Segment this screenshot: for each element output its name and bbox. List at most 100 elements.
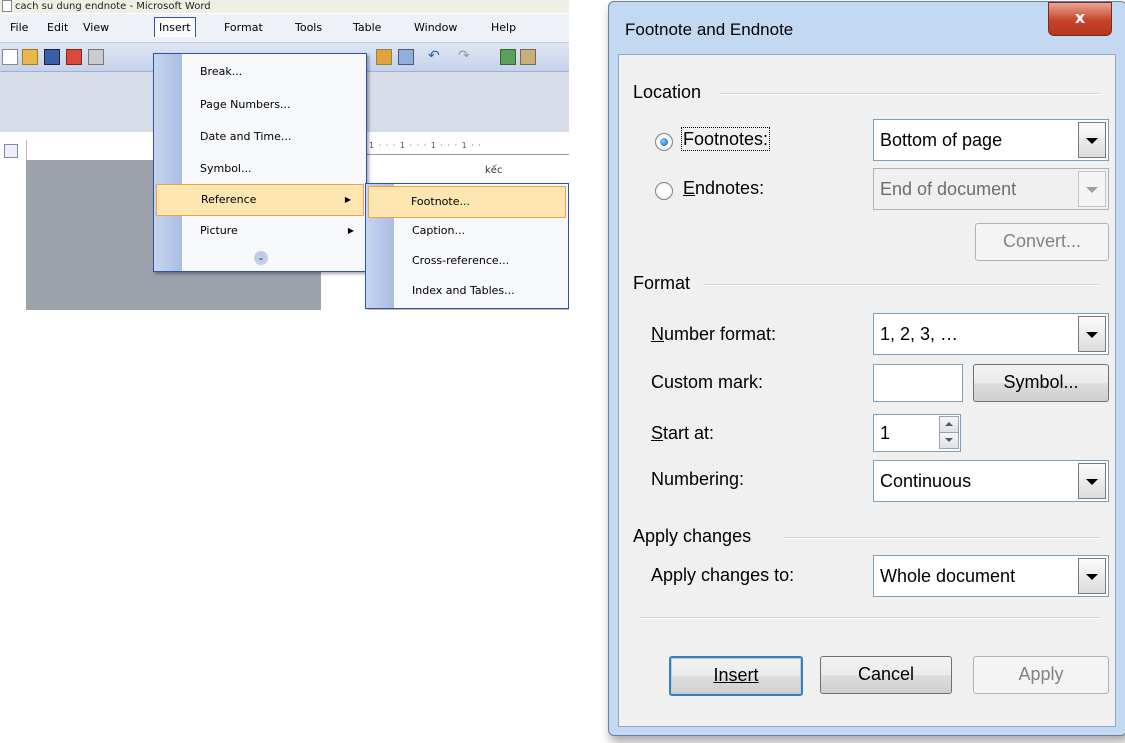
menu-table[interactable]: Table xyxy=(353,21,381,34)
reference-submenu: Footnote... Caption... Cross-reference..… xyxy=(365,183,569,309)
footnote-endnote-dialog: Footnote and Endnote x Location Footnote… xyxy=(608,1,1125,736)
close-button[interactable]: x xyxy=(1048,2,1112,36)
cancel-button[interactable]: Cancel xyxy=(820,656,952,694)
convert-button[interactable]: Convert... xyxy=(975,223,1109,261)
chevron-down-icon[interactable] xyxy=(1078,171,1106,207)
dialog-title: Footnote and Endnote xyxy=(625,20,794,39)
menu-file[interactable]: File xyxy=(10,21,28,34)
menu-item-footnote[interactable]: Footnote... xyxy=(368,186,566,218)
menu-insert[interactable]: Insert xyxy=(154,17,196,37)
menu-tools[interactable]: Tools xyxy=(295,21,322,34)
chevron-down-icon[interactable] xyxy=(1078,463,1106,499)
paste-icon[interactable] xyxy=(376,49,392,65)
chevron-down-icon[interactable] xyxy=(1078,558,1106,594)
menu-item-label: Index and Tables... xyxy=(412,284,515,297)
number-format-select[interactable]: 1, 2, 3, … xyxy=(873,313,1109,355)
horizontal-ruler[interactable]: 1 · · · 1 · · · 1 · · · 1 · · xyxy=(365,138,569,155)
dialog-client-area: Location Footnotes: Bottom of page Endno… xyxy=(618,54,1116,727)
separator-line xyxy=(641,617,1099,619)
endnotes-radio[interactable] xyxy=(655,182,673,200)
new-document-icon[interactable] xyxy=(2,49,18,65)
submenu-arrow-icon: ▶ xyxy=(347,226,354,235)
submenu-arrow-icon: ▶ xyxy=(344,195,351,204)
permission-icon[interactable] xyxy=(66,49,82,65)
menu-window[interactable]: Window xyxy=(414,21,457,34)
menu-item-label: Cross-reference... xyxy=(412,254,510,267)
menu-item-break[interactable]: Break... xyxy=(154,57,366,87)
menu-item-picture[interactable]: Picture ▶ xyxy=(154,216,366,246)
tables-icon[interactable] xyxy=(520,49,536,65)
decrement-icon[interactable] xyxy=(939,432,959,449)
word-window-title: cach su dung endnote - Microsoft Word xyxy=(15,1,211,12)
symbol-button[interactable]: Symbol... xyxy=(973,364,1109,402)
document-text: kếc xyxy=(485,165,503,176)
menu-item-label: Break... xyxy=(200,65,243,78)
numbering-select[interactable]: Continuous xyxy=(873,460,1109,502)
group-divider xyxy=(785,537,1099,539)
menu-item-label: Picture xyxy=(200,224,238,237)
menu-item-symbol[interactable]: Symbol... xyxy=(154,154,366,184)
stepper-buttons xyxy=(939,416,959,449)
menu-item-label: Reference xyxy=(201,193,257,206)
number-format-label: Number format: xyxy=(651,324,777,344)
word-window: cach su dung endnote - Microsoft Word Fi… xyxy=(0,0,569,310)
menu-item-label: Footnote... xyxy=(411,195,470,208)
document-icon xyxy=(2,0,12,12)
menu-format[interactable]: Format xyxy=(224,21,263,34)
format-group-label: Format xyxy=(633,273,691,293)
insert-menu: Break... Page Numbers... Date and Time..… xyxy=(153,53,367,272)
footnotes-label-text: Footnotes: xyxy=(680,127,771,151)
chevron-down-icon[interactable] xyxy=(1078,122,1106,158)
start-at-label: Start at: xyxy=(651,423,715,443)
save-icon[interactable] xyxy=(44,49,60,65)
menu-item-reference[interactable]: Reference ▶ xyxy=(156,184,364,216)
start-at-stepper[interactable]: 1 xyxy=(873,414,961,452)
apply-changes-to-select[interactable]: Whole document xyxy=(873,555,1109,597)
menu-item-page-numbers[interactable]: Page Numbers... xyxy=(154,90,366,120)
apply-changes-to-label: Apply changes to: xyxy=(651,565,795,585)
menu-item-label: Page Numbers... xyxy=(200,98,291,111)
footnotes-position-value: Bottom of page xyxy=(880,130,1003,150)
menu-item-caption[interactable]: Caption... xyxy=(366,216,568,246)
menu-item-cross-reference[interactable]: Cross-reference... xyxy=(366,246,568,276)
expand-menu-icon[interactable]: ⌄ xyxy=(254,251,268,265)
menu-item-label: Symbol... xyxy=(200,162,252,175)
tab-selector[interactable] xyxy=(4,144,18,158)
apply-button[interactable]: Apply xyxy=(973,656,1109,694)
custom-mark-input[interactable] xyxy=(873,364,963,402)
location-group-label: Location xyxy=(633,82,702,102)
menu-item-label: Date and Time... xyxy=(200,130,292,143)
numbering-value: Continuous xyxy=(880,471,972,491)
close-icon: x xyxy=(1074,8,1086,27)
redo-icon[interactable]: ↷ xyxy=(458,49,472,63)
footnotes-radio[interactable] xyxy=(655,133,673,151)
format-painter-icon[interactable] xyxy=(398,49,414,65)
endnotes-position-select[interactable]: End of document xyxy=(873,168,1109,210)
vertical-ruler xyxy=(0,140,27,310)
open-folder-icon[interactable] xyxy=(22,49,38,65)
menu-item-index-tables[interactable]: Index and Tables... xyxy=(366,276,568,306)
apply-changes-to-value: Whole document xyxy=(880,566,1016,586)
increment-icon[interactable] xyxy=(939,416,959,433)
endnotes-position-value: End of document xyxy=(880,179,1017,199)
menu-help[interactable]: Help xyxy=(491,21,516,34)
menu-item-label: Caption... xyxy=(412,224,465,237)
numbering-label: Numbering: xyxy=(651,469,745,489)
hyperlink-icon[interactable] xyxy=(500,49,516,65)
footnotes-position-select[interactable]: Bottom of page xyxy=(873,119,1109,161)
insert-button[interactable]: Insert xyxy=(669,656,803,696)
group-divider xyxy=(705,284,1099,286)
word-menubar: File Edit View Insert Format Tools Table… xyxy=(0,14,569,43)
print-icon[interactable] xyxy=(88,49,104,65)
insert-button-label: Insert xyxy=(713,665,759,685)
menu-view[interactable]: View xyxy=(83,21,109,34)
menu-edit[interactable]: Edit xyxy=(47,21,68,34)
custom-mark-label: Custom mark: xyxy=(651,372,764,392)
menu-item-date-time[interactable]: Date and Time... xyxy=(154,122,366,152)
undo-icon[interactable]: ↶ xyxy=(428,49,442,63)
number-format-value: 1, 2, 3, … xyxy=(880,324,959,344)
start-at-value: 1 xyxy=(880,423,891,443)
apply-changes-group-label: Apply changes xyxy=(633,526,752,546)
group-divider xyxy=(719,93,1099,95)
chevron-down-icon[interactable] xyxy=(1078,316,1106,352)
